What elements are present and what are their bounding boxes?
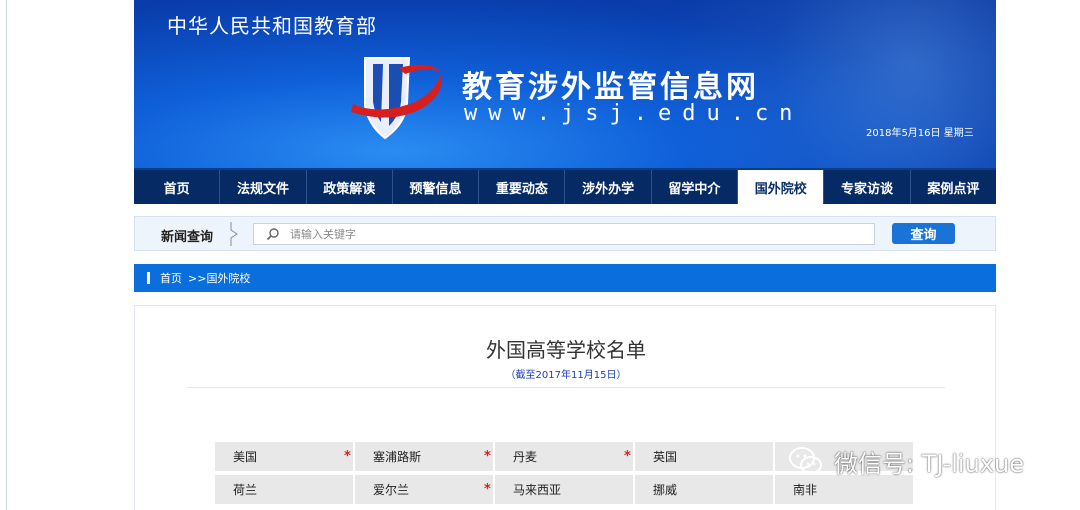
- nav-item-overseas-institutions[interactable]: 国外院校: [738, 170, 825, 204]
- country-row: 荷兰 爱尔兰 * 马来西亚 挪威 南非: [215, 475, 915, 506]
- news-search-bar: 新闻查询 查询: [134, 216, 996, 251]
- country-name[interactable]: 塞浦路斯: [373, 448, 421, 465]
- site-name: 教育涉外监管信息网: [462, 70, 759, 105]
- page-title: 外国高等学校名单: [486, 338, 646, 362]
- site-banner: 中华人民共和国教育部 教育涉外监管信息网 www.jsj.edu.cn 2018…: [134, 0, 996, 168]
- content-panel: 外国高等学校名单 （截至2017年11月15日） 美国 * 塞浦路斯 * 丹麦 * 英…: [134, 305, 996, 510]
- star-marker: *: [484, 449, 491, 464]
- nav-item-agencies[interactable]: 留学中介: [652, 170, 739, 204]
- nav-item-home[interactable]: 首页: [134, 170, 221, 204]
- jsj-shield-logo-icon[interactable]: [349, 52, 447, 142]
- site-url: www.jsj.edu.cn: [464, 101, 804, 126]
- star-marker: *: [624, 449, 631, 464]
- breadcrumb-separator: >>: [188, 271, 207, 285]
- nav-item-cases[interactable]: 案例点评: [911, 170, 996, 204]
- country-cell[interactable]: * 丹麦: [484, 442, 633, 471]
- watermark-text: 微信号: TJ-liuxue: [834, 449, 1024, 478]
- breadcrumb: 首页 >> 国外院校: [134, 264, 996, 292]
- nav-item-foreign-schools[interactable]: 涉外办学: [565, 170, 652, 204]
- wechat-watermark: 微信号: TJ-liuxue: [788, 443, 1024, 479]
- star-marker: *: [344, 449, 351, 464]
- country-name[interactable]: 美国: [233, 448, 257, 465]
- star-marker: *: [484, 482, 491, 497]
- search-label: 新闻查询: [161, 230, 214, 245]
- country-name[interactable]: 英国: [653, 448, 677, 465]
- country-name[interactable]: 丹麦: [513, 448, 537, 465]
- country-name[interactable]: 马来西亚: [513, 481, 561, 498]
- breadcrumb-home-link[interactable]: 首页: [160, 270, 182, 286]
- country-cell[interactable]: * 马来西亚: [484, 475, 633, 504]
- country-name[interactable]: 爱尔兰: [373, 481, 409, 498]
- country-cell[interactable]: 挪威: [635, 475, 773, 504]
- country-name[interactable]: 南非: [793, 481, 817, 498]
- nav-item-policy[interactable]: 政策解读: [307, 170, 393, 204]
- search-button[interactable]: 查询: [892, 223, 955, 244]
- chevron-divider-icon: [230, 222, 238, 246]
- current-date: 2018年5月16日 星期三: [866, 128, 974, 139]
- search-field[interactable]: [253, 223, 875, 245]
- nav-item-interviews[interactable]: 专家访谈: [824, 170, 911, 204]
- country-cell[interactable]: 爱尔兰: [355, 475, 493, 504]
- ministry-name: 中华人民共和国教育部: [167, 14, 377, 38]
- title-divider: [187, 387, 945, 388]
- country-cell[interactable]: 美国: [215, 442, 353, 471]
- search-input[interactable]: [290, 226, 860, 242]
- nav-item-news[interactable]: 重要动态: [479, 170, 566, 204]
- country-cell[interactable]: * 英国: [624, 442, 773, 471]
- country-name[interactable]: 荷兰: [233, 481, 257, 498]
- nav-item-regulations[interactable]: 法规文件: [220, 170, 307, 204]
- country-cell[interactable]: 南非: [775, 475, 913, 504]
- wechat-icon: [789, 447, 822, 474]
- page-left-border: [6, 0, 7, 510]
- search-icon: [266, 228, 279, 241]
- page-subtitle: （截至2017年11月15日）: [505, 370, 627, 381]
- country-name[interactable]: 挪威: [653, 481, 677, 498]
- country-cell[interactable]: 荷兰: [215, 475, 353, 504]
- country-cell[interactable]: * 塞浦路斯: [344, 442, 493, 471]
- nav-item-warnings[interactable]: 预警信息: [393, 170, 480, 204]
- breadcrumb-marker: [147, 272, 150, 284]
- breadcrumb-current[interactable]: 国外院校: [206, 270, 250, 286]
- main-nav: 首页 法规文件 政策解读 预警信息 重要动态 涉外办学 留学中介 国外院校 专家…: [134, 168, 996, 204]
